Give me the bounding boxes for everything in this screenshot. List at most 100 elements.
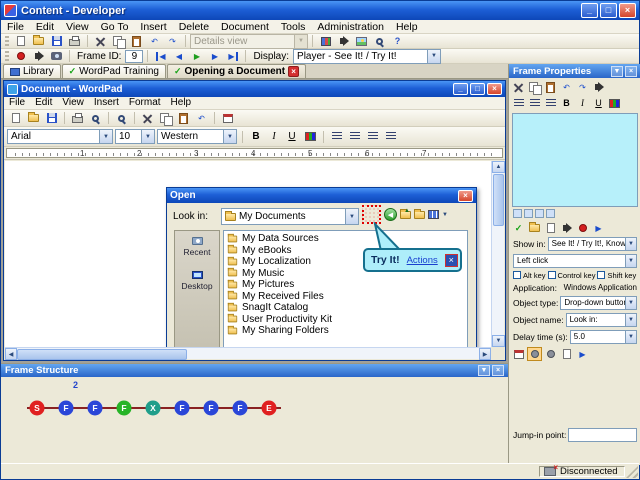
date-time-icon[interactable] <box>219 111 236 125</box>
keyboard-icon[interactable] <box>511 347 526 361</box>
pointer-style-icon[interactable] <box>535 209 544 218</box>
underline-icon[interactable]: U <box>591 96 606 110</box>
wordpad-menu-file[interactable]: File <box>4 96 30 110</box>
back-icon[interactable]: ◀ <box>384 208 397 221</box>
bubble-preview[interactable] <box>512 113 638 207</box>
copy-icon[interactable] <box>157 111 174 126</box>
string-input-icon[interactable] <box>559 347 574 361</box>
pointer-style-icon[interactable] <box>513 209 522 218</box>
menu-tools[interactable]: Tools <box>275 20 312 34</box>
delay-time-select[interactable]: 5.0 ▼ <box>569 329 637 344</box>
menu-view[interactable]: View <box>60 20 95 34</box>
wordpad-menu-help[interactable]: Help <box>166 96 197 110</box>
record-icon[interactable] <box>12 49 29 63</box>
copy-icon[interactable] <box>110 34 127 49</box>
menu-help[interactable]: Help <box>390 20 424 34</box>
control-key-checkbox[interactable] <box>547 271 556 279</box>
maximize-button[interactable]: □ <box>600 3 617 18</box>
show-in-select[interactable]: See It! / Try It!, Know It?, Do It! ▼ <box>547 236 637 251</box>
undo-icon[interactable]: ↶ <box>193 111 210 125</box>
wordpad-menu-edit[interactable]: Edit <box>30 96 57 110</box>
file-list-item[interactable]: SnagIt Catalog <box>227 302 467 314</box>
font-family-select[interactable]: Arial ▼ <box>7 129 113 144</box>
play-icon[interactable]: ▶ <box>188 49 205 63</box>
object-type-select[interactable]: Drop-down button ▼ <box>560 295 637 310</box>
wordpad-menu-view[interactable]: View <box>57 96 89 110</box>
paste-icon[interactable] <box>175 111 192 125</box>
record-sound-icon[interactable] <box>575 221 590 235</box>
save-icon[interactable] <box>43 111 60 125</box>
panel-close-icon[interactable]: × <box>625 65 637 77</box>
panel-close-icon[interactable]: × <box>492 365 504 376</box>
redo-icon[interactable]: ↷ <box>164 34 181 48</box>
chevron-down-icon[interactable]: ▼ <box>442 212 448 218</box>
up-one-level-icon[interactable]: ▲ <box>400 208 411 219</box>
menu-document[interactable]: Document <box>215 20 275 34</box>
copy-icon[interactable] <box>527 80 542 95</box>
pointer-style-icon[interactable] <box>524 209 533 218</box>
close-button[interactable]: × <box>619 3 636 18</box>
undo-icon[interactable]: ↶ <box>146 34 163 48</box>
find-icon[interactable] <box>113 111 130 125</box>
check-icon[interactable]: ✓ <box>511 221 526 235</box>
place-desktop[interactable]: Desktop <box>181 271 213 291</box>
advanced-icon[interactable]: ▶ <box>575 347 590 361</box>
open-icon[interactable] <box>30 34 47 48</box>
cut-icon[interactable] <box>511 80 526 94</box>
scroll-up-icon[interactable]: ▲ <box>492 161 505 173</box>
sound-icon[interactable] <box>591 80 606 94</box>
file-list-item[interactable]: User Productivity Kit <box>227 314 467 326</box>
open-dialog-close-button[interactable]: × <box>458 189 473 202</box>
template-icon[interactable] <box>543 221 558 235</box>
new-document-icon[interactable] <box>12 34 29 48</box>
cut-icon[interactable] <box>139 111 156 125</box>
font-script-select[interactable]: Western ▼ <box>157 129 237 144</box>
wordpad-maximize-button[interactable]: □ <box>470 83 485 95</box>
sound-icon[interactable] <box>559 221 574 235</box>
screenshot-icon[interactable] <box>48 49 65 63</box>
folder-icon[interactable] <box>527 221 542 235</box>
wordpad-menu-insert[interactable]: Insert <box>89 96 124 110</box>
shift-key-checkbox[interactable] <box>597 271 606 279</box>
tab-opening-a-document[interactable]: ✓ Opening a Document × <box>166 64 307 78</box>
scroll-down-icon[interactable]: ▼ <box>492 335 505 347</box>
frame-structure-graph[interactable]: S F F F X F F F E <box>9 384 309 432</box>
align-right-icon[interactable] <box>543 96 558 110</box>
help-icon[interactable]: ? <box>389 34 406 48</box>
minimize-button[interactable]: _ <box>581 3 598 18</box>
open-icon[interactable] <box>25 111 42 125</box>
vertical-scrollbar[interactable]: ▲ ▼ <box>491 161 505 347</box>
undo-icon[interactable]: ↶ <box>559 80 574 94</box>
font-size-select[interactable]: 10 ▼ <box>115 129 155 144</box>
menu-administration[interactable]: Administration <box>311 20 390 34</box>
redo-icon[interactable]: ↷ <box>575 80 590 94</box>
wordpad-minimize-button[interactable]: _ <box>453 83 468 95</box>
new-document-icon[interactable] <box>7 111 24 125</box>
paste-icon[interactable] <box>128 34 145 48</box>
object-name-select[interactable]: Look in: ▼ <box>565 312 637 327</box>
file-list-item[interactable]: My Sharing Folders <box>227 325 467 337</box>
scroll-thumb[interactable] <box>493 174 504 226</box>
wordpad-document-area[interactable]: Open × Look in: My Documents ▼ ◀ ▲ ▼ Rec… <box>5 161 491 347</box>
click-type-select[interactable]: Left click ▼ <box>513 253 637 268</box>
resize-grip[interactable] <box>626 466 638 478</box>
mouse-left-click-icon[interactable] <box>527 347 542 361</box>
alt-key-checkbox[interactable] <box>513 271 521 279</box>
underline-button[interactable]: U <box>284 129 300 144</box>
align-left-icon[interactable] <box>511 96 526 110</box>
jump-in-input[interactable] <box>568 427 637 442</box>
font-color-icon[interactable] <box>607 96 622 110</box>
menu-edit[interactable]: Edit <box>30 20 60 34</box>
toolbar-grip[interactable] <box>5 35 9 47</box>
pin-icon[interactable]: ▼ <box>611 65 623 77</box>
align-center-icon[interactable] <box>527 96 542 110</box>
print-icon[interactable] <box>69 111 86 125</box>
display-select[interactable]: Player - See It! / Try It! ▼ <box>293 48 442 64</box>
expand-icon[interactable]: ▶ <box>591 221 606 235</box>
save-icon[interactable] <box>48 34 65 48</box>
file-list-item[interactable]: My Received Files <box>227 291 467 303</box>
mouse-right-click-icon[interactable] <box>543 347 558 361</box>
callout-close-icon[interactable]: × <box>444 253 458 267</box>
scroll-right-icon[interactable]: ▶ <box>479 348 491 360</box>
menu-insert[interactable]: Insert <box>134 20 172 34</box>
